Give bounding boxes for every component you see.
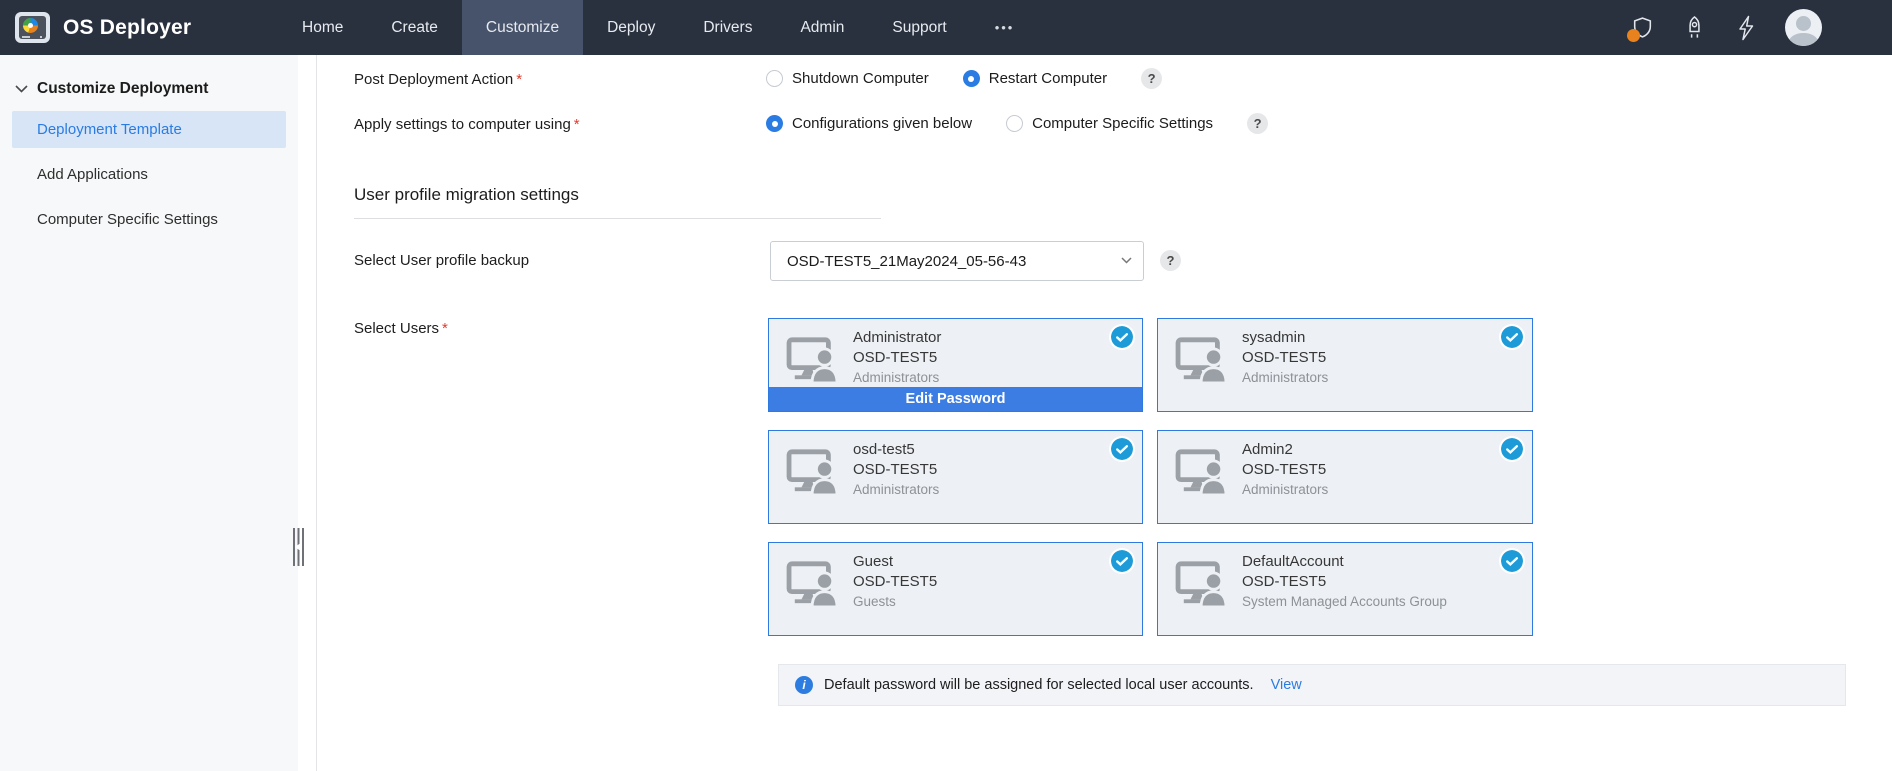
- required-marker: *: [516, 71, 522, 88]
- flash-icon[interactable]: [1733, 15, 1759, 41]
- user-group: Administrators: [1242, 368, 1328, 387]
- computer-user-icon: [1174, 335, 1232, 383]
- sidebar-item-deployment-template[interactable]: Deployment Template: [12, 111, 286, 148]
- select-users-label: Select Users*: [354, 320, 448, 337]
- user-card-defaultaccount[interactable]: DefaultAccount OSD-TEST5 System Managed …: [1157, 542, 1533, 636]
- brand-title: OS Deployer: [63, 16, 191, 40]
- user-domain: OSD-TEST5: [1242, 572, 1447, 592]
- user-avatar[interactable]: [1785, 9, 1822, 46]
- chevron-down-icon: [1121, 257, 1132, 264]
- nav-item-support[interactable]: Support: [868, 0, 970, 55]
- nav-item-customize[interactable]: Customize: [462, 0, 583, 55]
- post-deployment-action-label: Post Deployment Action*: [354, 71, 522, 88]
- user-name: DefaultAccount: [1242, 552, 1447, 572]
- radio-restart-computer[interactable]: Restart Computer: [963, 70, 1107, 87]
- view-link[interactable]: View: [1271, 677, 1302, 693]
- edit-password-button[interactable]: Edit Password: [769, 387, 1142, 411]
- apply-settings-label: Apply settings to computer using*: [354, 116, 580, 133]
- nav-item-create[interactable]: Create: [367, 0, 462, 55]
- user-card-sysadmin[interactable]: sysadmin OSD-TEST5 Administrators: [1157, 318, 1533, 412]
- nav-item-more-icon[interactable]: •••: [971, 0, 1039, 55]
- user-name: osd-test5: [853, 440, 939, 460]
- os-deployer-page: OS Deployer Home Create Customize Deploy…: [0, 0, 1892, 771]
- checked-icon[interactable]: [1501, 326, 1523, 348]
- user-domain: OSD-TEST5: [1242, 460, 1328, 480]
- radio-unchecked-icon: [766, 70, 783, 87]
- shield-security-icon[interactable]: [1629, 15, 1655, 41]
- sidebar-item-add-applications[interactable]: Add Applications: [0, 156, 298, 193]
- sidebar-section-customize-deployment[interactable]: Customize Deployment: [0, 55, 298, 98]
- user-name: Guest: [853, 552, 937, 572]
- radio-unchecked-icon: [1006, 115, 1023, 132]
- post-deployment-action-radio-group: Shutdown Computer Restart Computer ?: [766, 68, 1162, 89]
- required-marker: *: [574, 116, 580, 133]
- user-domain: OSD-TEST5: [1242, 348, 1328, 368]
- content-divider: [316, 55, 317, 771]
- user-domain: OSD-TEST5: [853, 460, 939, 480]
- checked-icon[interactable]: [1111, 326, 1133, 348]
- computer-user-icon: [1174, 447, 1232, 495]
- nav-item-admin[interactable]: Admin: [776, 0, 868, 55]
- nav-item-drivers[interactable]: Drivers: [679, 0, 776, 55]
- computer-user-icon: [785, 447, 843, 495]
- checked-icon[interactable]: [1501, 550, 1523, 572]
- user-group: System Managed Accounts Group: [1242, 592, 1447, 611]
- user-group: Administrators: [1242, 480, 1328, 499]
- sidebar-item-computer-specific-settings[interactable]: Computer Specific Settings: [0, 201, 298, 238]
- checked-icon[interactable]: [1111, 438, 1133, 460]
- select-user-profile-backup-label: Select User profile backup: [354, 252, 529, 269]
- navbar-right-icons: [1629, 0, 1892, 55]
- apply-settings-radio-group: Configurations given below Computer Spec…: [766, 113, 1268, 134]
- info-icon: i: [795, 676, 813, 694]
- user-name: Admin2: [1242, 440, 1328, 460]
- radio-checked-icon: [766, 115, 783, 132]
- user-card-osd-test5[interactable]: osd-test5 OSD-TEST5 Administrators: [768, 430, 1143, 524]
- dropdown-selected-value: OSD-TEST5_21May2024_05-56-43: [787, 253, 1026, 270]
- sidebar: Customize Deployment Deployment Template…: [0, 55, 298, 771]
- checked-icon[interactable]: [1111, 550, 1133, 572]
- apps-grid-icon[interactable]: [1848, 15, 1874, 41]
- user-domain: OSD-TEST5: [853, 348, 941, 368]
- notice-text: Default password will be assigned for se…: [824, 677, 1254, 693]
- user-name: Administrator: [853, 328, 941, 348]
- nav-item-home[interactable]: Home: [278, 0, 367, 55]
- computer-user-icon: [1174, 559, 1232, 607]
- user-card-administrator[interactable]: Administrator OSD-TEST5 Administrators E…: [768, 318, 1143, 412]
- user-profile-migration-heading: User profile migration settings: [354, 185, 881, 219]
- user-domain: OSD-TEST5: [853, 572, 937, 592]
- user-profile-backup-dropdown[interactable]: OSD-TEST5_21May2024_05-56-43: [770, 241, 1144, 281]
- required-marker: *: [442, 320, 448, 337]
- computer-user-icon: [785, 335, 843, 383]
- top-navbar: OS Deployer Home Create Customize Deploy…: [0, 0, 1892, 55]
- help-icon[interactable]: ?: [1247, 113, 1268, 134]
- user-name: sysadmin: [1242, 328, 1328, 348]
- sidebar-resize-handle[interactable]: [293, 528, 306, 566]
- radio-checked-icon: [963, 70, 980, 87]
- user-group: Administrators: [853, 368, 941, 387]
- user-cards-grid: Administrator OSD-TEST5 Administrators E…: [768, 318, 1534, 636]
- sidebar-section-label: Customize Deployment: [37, 80, 208, 98]
- alert-badge: [1627, 29, 1640, 42]
- radio-shutdown-computer[interactable]: Shutdown Computer: [766, 70, 929, 87]
- user-card-admin2[interactable]: Admin2 OSD-TEST5 Administrators: [1157, 430, 1533, 524]
- nav-item-deploy[interactable]: Deploy: [583, 0, 679, 55]
- help-icon[interactable]: ?: [1160, 250, 1181, 271]
- app-logo-icon: [15, 12, 50, 43]
- checked-icon[interactable]: [1501, 438, 1523, 460]
- computer-user-icon: [785, 559, 843, 607]
- help-icon[interactable]: ?: [1141, 68, 1162, 89]
- user-group: Guests: [853, 592, 937, 611]
- chevron-down-icon: [15, 85, 28, 93]
- radio-configurations-given-below[interactable]: Configurations given below: [766, 115, 972, 132]
- default-password-notice: i Default password will be assigned for …: [778, 664, 1846, 706]
- radio-computer-specific-settings[interactable]: Computer Specific Settings: [1006, 115, 1213, 132]
- rocket-icon[interactable]: [1681, 15, 1707, 41]
- user-group: Administrators: [853, 480, 939, 499]
- user-card-guest[interactable]: Guest OSD-TEST5 Guests: [768, 542, 1143, 636]
- main-menu: Home Create Customize Deploy Drivers Adm…: [278, 0, 1038, 55]
- brand[interactable]: OS Deployer: [0, 0, 250, 55]
